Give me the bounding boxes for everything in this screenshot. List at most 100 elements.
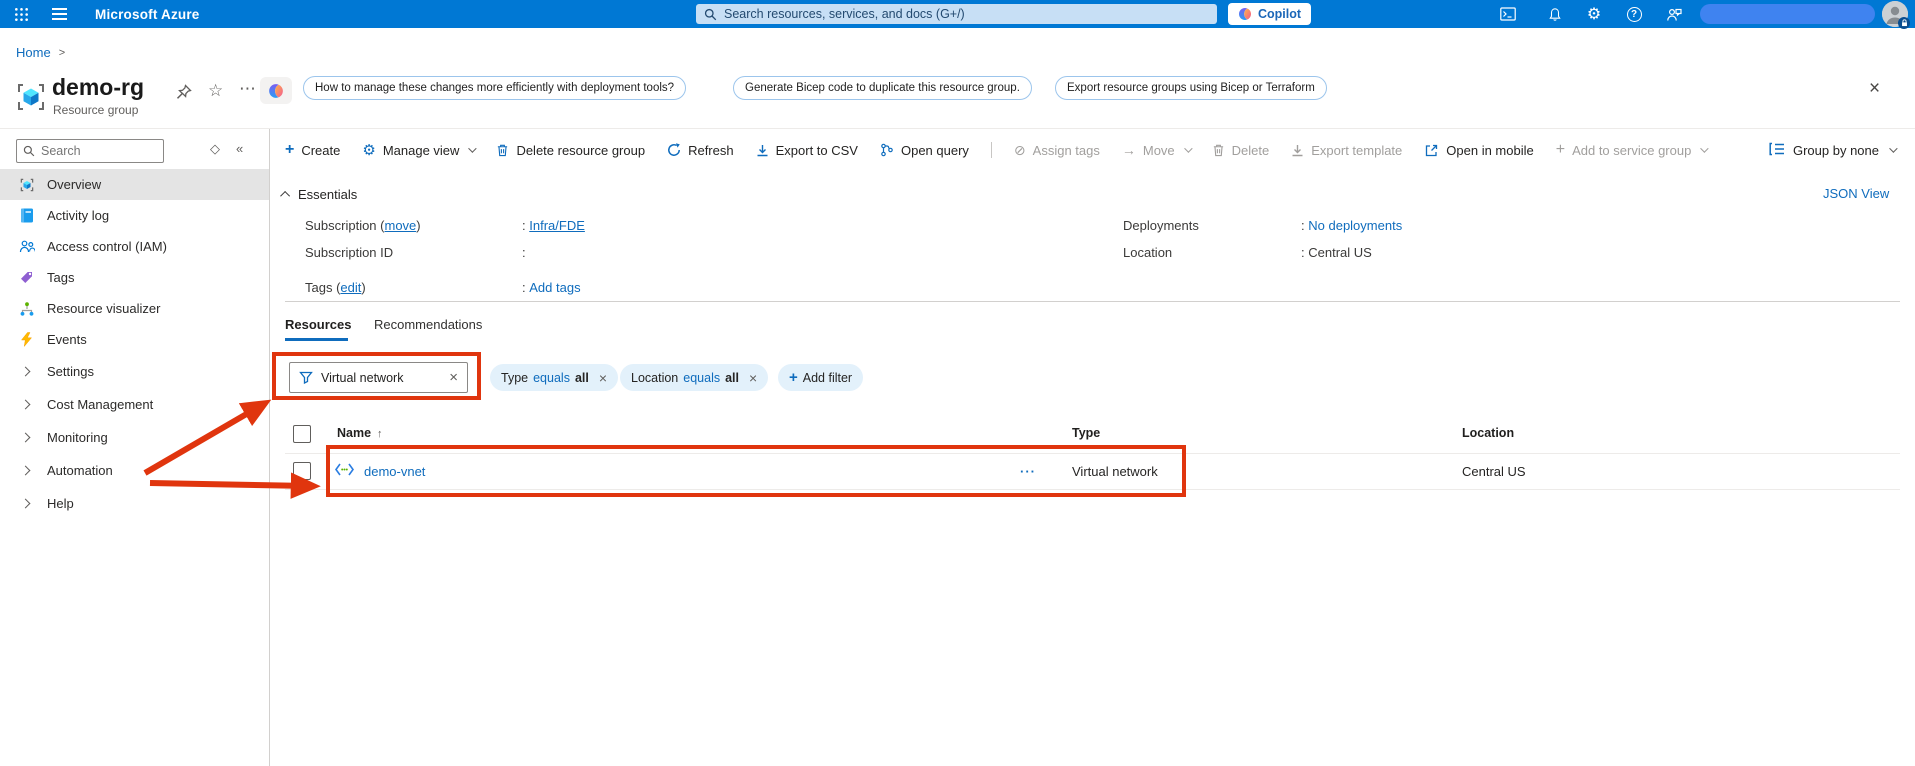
copilot-suggestions-icon[interactable] <box>260 77 292 104</box>
close-blade-icon[interactable]: × <box>1869 78 1880 100</box>
resource-visualizer-icon <box>18 301 35 317</box>
gear-icon: ⚙ <box>362 142 376 159</box>
copilot-label: Copilot <box>1258 7 1302 21</box>
chevron-down-icon <box>468 144 478 153</box>
overview-icon <box>18 177 35 193</box>
account-avatar[interactable] <box>1882 1 1910 29</box>
brand-title[interactable]: Microsoft Azure <box>95 7 200 22</box>
sidebar-group-automation[interactable]: Automation <box>0 455 269 486</box>
subscription-move-link[interactable]: move <box>384 218 416 233</box>
chevron-right-icon <box>18 399 35 410</box>
assign-tags-button[interactable]: ⊘ Assign tags <box>1014 142 1100 159</box>
sidebar-item-events[interactable]: Events <box>0 324 269 355</box>
search-icon <box>704 8 717 20</box>
sidebar-item-activity-log[interactable]: Activity log <box>0 200 269 231</box>
delete-resource-group-button[interactable]: Delete resource group <box>496 143 645 158</box>
tags-value: : Add tags <box>522 279 581 295</box>
tab-recommendations[interactable]: Recommendations <box>374 317 482 332</box>
help-icon[interactable]: ? <box>1620 0 1648 28</box>
subscription-link[interactable]: Infra/FDE <box>529 218 585 233</box>
app-launcher-icon[interactable] <box>6 0 36 28</box>
notifications-bell-icon[interactable] <box>1541 0 1569 28</box>
sidebar-group-settings[interactable]: Settings <box>0 356 269 387</box>
refresh-button[interactable]: Refresh <box>667 143 734 158</box>
open-query-button[interactable]: Open query <box>880 143 969 158</box>
add-to-service-group-button[interactable]: + Add to service group <box>1555 141 1709 159</box>
select-all-checkbox[interactable] <box>293 425 311 443</box>
essentials-row: Subscription ID : Location : Central US <box>270 243 1915 261</box>
refresh-icon <box>667 143 681 157</box>
blocked-icon: ⊘ <box>1013 141 1026 158</box>
move-button[interactable]: → Move <box>1121 142 1193 158</box>
copilot-suggestion-chip[interactable]: Generate Bicep code to duplicate this re… <box>733 76 1032 100</box>
location-filter-pill[interactable]: Location equals all × <box>620 364 769 391</box>
essentials-toggle[interactable]: Essentials <box>280 187 357 202</box>
sidebar-group-help[interactable]: Help <box>0 488 269 519</box>
chevron-down-icon <box>1700 144 1709 153</box>
resource-type-cell: Virtual network <box>1072 464 1158 479</box>
tags-edit-link[interactable]: edit <box>340 280 361 295</box>
essentials-row: Subscription (move) : Infra/FDE Deployme… <box>270 216 1915 234</box>
delete-button[interactable]: Delete <box>1212 143 1269 158</box>
branch-icon <box>880 143 894 157</box>
feedback-icon[interactable] <box>1660 0 1688 28</box>
plus-icon: + <box>1555 141 1566 158</box>
subscription-id-label: Subscription ID <box>305 244 394 260</box>
sidebar-item-overview[interactable]: Overview <box>0 169 269 200</box>
column-header-location[interactable]: Location <box>1462 426 1514 440</box>
tags-label: Tags (edit) <box>305 279 366 295</box>
sidebar-group-monitoring[interactable]: Monitoring <box>0 422 269 453</box>
settings-gear-icon[interactable]: ⚙ <box>1580 0 1608 28</box>
remove-filter-icon[interactable]: × <box>599 370 607 386</box>
group-by-icon <box>1769 142 1785 159</box>
copilot-button[interactable]: Copilot <box>1228 3 1312 25</box>
resource-group-icon <box>14 80 48 117</box>
sidebar-search-input[interactable] <box>41 144 157 158</box>
export-template-button[interactable]: Export template <box>1291 143 1402 158</box>
more-options-icon[interactable]: ⋯ <box>239 80 256 97</box>
column-header-type[interactable]: Type <box>1072 426 1100 440</box>
chevron-right-icon <box>18 432 35 443</box>
chevron-up-icon <box>280 190 291 201</box>
group-by-dropdown[interactable]: Group by none <box>1769 136 1898 164</box>
filter-search-box[interactable]: × <box>289 362 468 393</box>
breadcrumb-home-link[interactable]: Home <box>16 45 51 60</box>
sidebar-item-tags[interactable]: Tags <box>0 262 269 293</box>
add-filter-button[interactable]: + Add filter <box>778 364 864 391</box>
search-icon <box>23 145 35 157</box>
row-context-menu-icon[interactable]: ··· <box>1020 464 1036 479</box>
export-to-csv-button[interactable]: Export to CSV <box>756 143 858 158</box>
global-search-input[interactable] <box>724 7 1209 21</box>
sidebar-search[interactable] <box>16 139 164 163</box>
tab-resources[interactable]: Resources <box>285 317 351 332</box>
column-header-name[interactable]: Name ↑ <box>337 426 383 440</box>
create-button[interactable]: + Create <box>285 141 340 159</box>
resource-name-link[interactable]: demo-vnet <box>364 464 425 479</box>
copilot-suggestion-chip[interactable]: Export resource groups using Bicep or Te… <box>1055 76 1327 100</box>
sidebar-item-resource-visualizer[interactable]: Resource visualizer <box>0 293 269 324</box>
manage-view-button[interactable]: ⚙ Manage view <box>362 141 478 159</box>
dock-menu-icon[interactable]: ◇ <box>210 141 220 157</box>
clear-filter-icon[interactable]: × <box>449 369 458 386</box>
hamburger-menu-icon[interactable] <box>46 0 72 28</box>
global-search[interactable] <box>696 4 1217 24</box>
copilot-suggestion-chip[interactable]: How to manage these changes more efficie… <box>303 76 687 100</box>
json-view-link[interactable]: JSON View <box>1823 186 1889 201</box>
collapse-sidebar-icon[interactable]: « <box>236 141 243 156</box>
type-filter-pill[interactable]: Type equals all × <box>490 364 619 391</box>
command-bar: + Create ⚙ Manage view Delete resource g… <box>285 136 1709 164</box>
pin-icon[interactable] <box>176 84 192 103</box>
remove-filter-icon[interactable]: × <box>749 370 757 386</box>
download-icon <box>756 144 769 157</box>
cloud-shell-icon[interactable] <box>1494 0 1522 28</box>
arrow-right-icon: → <box>1121 142 1136 158</box>
resource-location-cell: Central US <box>1462 464 1526 479</box>
add-tags-link[interactable]: Add tags <box>529 280 580 295</box>
favorite-star-icon[interactable]: ☆ <box>208 82 223 99</box>
open-in-mobile-button[interactable]: Open in mobile <box>1424 143 1534 158</box>
row-checkbox[interactable] <box>293 462 311 480</box>
filter-search-input[interactable] <box>321 370 442 385</box>
deployments-link[interactable]: No deployments <box>1308 218 1402 233</box>
sidebar-item-access-control[interactable]: Access control (IAM) <box>0 231 269 262</box>
sidebar-group-cost-management[interactable]: Cost Management <box>0 389 269 420</box>
